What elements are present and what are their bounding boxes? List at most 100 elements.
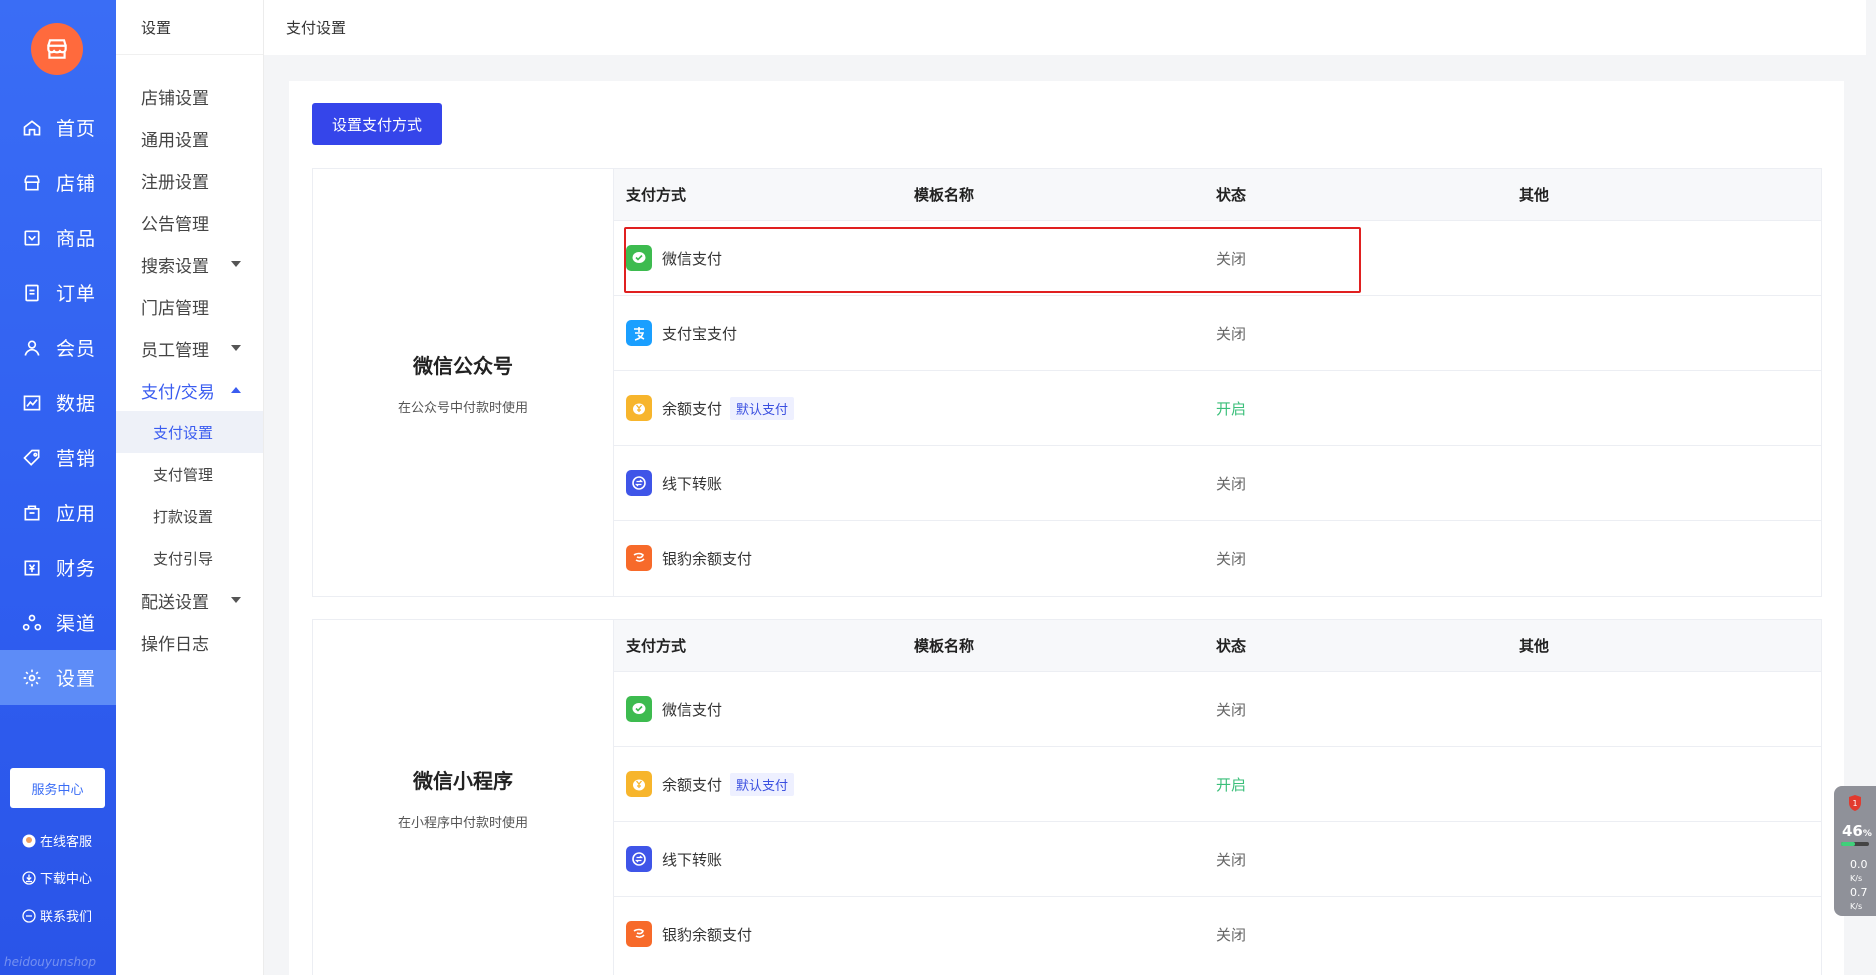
nav-item-data[interactable]: 数据 (0, 375, 116, 430)
finance-icon (22, 558, 42, 578)
nav-item-member[interactable]: 会员 (0, 320, 116, 375)
chart-icon (22, 393, 42, 413)
status-text: 关闭 (1216, 249, 1247, 268)
payment-table: 支付方式 模板名称 状态 其他 微信支付 关闭 余额支付 默认支付 开启 线下转账 (614, 620, 1821, 971)
order-icon (22, 283, 42, 303)
nav-item-channel[interactable]: 渠道 (0, 595, 116, 650)
contact-us-link[interactable]: 联系我们 (22, 906, 92, 925)
table-row[interactable]: 线下转账 关闭 (614, 821, 1821, 896)
home-icon (22, 118, 42, 138)
subnav-label: 员工管理 (141, 340, 209, 361)
download-icon (22, 870, 36, 885)
col-status: 状态 (1216, 637, 1247, 655)
group-desc: 在公众号中付款时使用 (397, 400, 528, 416)
online-service-label: 在线客服 (40, 835, 93, 850)
store-logo-icon[interactable] (31, 23, 83, 75)
payment-name: 支付宝支付 (662, 324, 738, 343)
yinbao-pay-icon (626, 921, 652, 947)
payment-group-wechat-official: 微信公众号 在公众号中付款时使用 支付方式 模板名称 状态 其他 微信支付 关闭… (312, 168, 1822, 597)
subnav-child-payment-guide[interactable]: 支付引导 (116, 537, 263, 579)
default-payment-badge: 默认支付 (730, 772, 795, 796)
nav-item-product[interactable]: 商品 (0, 210, 116, 265)
content-card: 设置支付方式 微信公众号 在公众号中付款时使用 支付方式 模板名称 状态 其他 … (289, 81, 1844, 975)
subnav-title: 设置 (116, 0, 263, 55)
page-header: 支付设置 (264, 0, 1866, 55)
group-desc: 在小程序中付款时使用 (397, 815, 528, 831)
table-row[interactable]: 银豹余额支付 关闭 (614, 896, 1821, 971)
table-row[interactable]: 余额支付 默认支付 开启 (614, 746, 1821, 821)
nav-item-label: 商品 (56, 228, 97, 250)
chat-icon (22, 908, 36, 923)
subnav-child-payout-settings[interactable]: 打款设置 (116, 495, 263, 537)
store-icon (22, 173, 42, 193)
subnav-label: 搜索设置 (141, 256, 209, 277)
table-row[interactable]: 支付宝支付 关闭 (614, 295, 1821, 370)
payment-name: 微信支付 (662, 700, 723, 719)
nav-item-label: 设置 (56, 668, 97, 690)
nav-item-app[interactable]: 应用 (0, 485, 116, 540)
nav-item-marketing[interactable]: 营销 (0, 430, 116, 485)
table-row[interactable]: 银豹余额支付 关闭 (614, 520, 1821, 595)
table-row[interactable]: 微信支付 关闭 (614, 220, 1821, 295)
group-title: 微信小程序 (413, 768, 513, 793)
subnav-item-payment-trade[interactable]: 支付/交易 (116, 369, 263, 411)
contact-us-label: 联系我们 (40, 910, 93, 925)
subnav-item-store-management[interactable]: 门店管理 (116, 285, 263, 327)
table-header: 支付方式 模板名称 状态 其他 (614, 620, 1821, 671)
nav-item-label: 首页 (56, 118, 97, 140)
payment-name: 银豹余额支付 (662, 549, 753, 568)
nav-item-label: 数据 (56, 393, 97, 415)
download-center-label: 下载中心 (40, 872, 93, 887)
channel-icon (22, 613, 42, 633)
subnav-item-operation-log[interactable]: 操作日志 (116, 621, 263, 663)
nav-item-label: 财务 (56, 558, 97, 580)
chevron-down-icon (231, 597, 241, 603)
payment-table: 支付方式 模板名称 状态 其他 微信支付 关闭 支付宝支付 关闭 余额支付 默认支… (614, 169, 1821, 595)
table-row[interactable]: 线下转账 关闭 (614, 445, 1821, 520)
nav-item-finance[interactable]: 财务 (0, 540, 116, 595)
system-monitor-widget[interactable]: 1 46% 0.0 K/s 0.7 K/s (1834, 786, 1876, 916)
subnav-item-search-settings[interactable]: 搜索设置 (116, 243, 263, 285)
table-row[interactable]: 微信支付 关闭 (614, 671, 1821, 746)
subnav-child-payment-settings[interactable]: 支付设置 (116, 411, 263, 453)
subnav-child-payment-management[interactable]: 支付管理 (116, 453, 263, 495)
balance-pay-icon (626, 771, 652, 797)
nav-item-order[interactable]: 订单 (0, 265, 116, 320)
alipay-icon (626, 320, 652, 346)
subnav-item-staff-management[interactable]: 员工管理 (116, 327, 263, 369)
app-icon (22, 503, 42, 523)
bank-transfer-icon (626, 470, 652, 496)
online-service-link[interactable]: 在线客服 (22, 831, 92, 850)
subnav-item-general-settings[interactable]: 通用设置 (116, 117, 263, 159)
group-info: 微信小程序 在小程序中付款时使用 (313, 620, 614, 975)
subnav-item-announcements[interactable]: 公告管理 (116, 201, 263, 243)
subnav-item-delivery-settings[interactable]: 配送设置 (116, 579, 263, 621)
memory-percent: 46% (1842, 822, 1872, 840)
chevron-up-icon (231, 387, 241, 393)
nav-item-label: 店铺 (56, 173, 97, 195)
primary-nav: 首页 店铺 商品 订单 会员 数据 营销 应用 财务 渠道 设置 服务中心 在线… (0, 0, 116, 975)
service-center-button[interactable]: 服务中心 (10, 768, 105, 808)
gear-icon (22, 668, 42, 688)
payment-name: 余额支付 (662, 399, 723, 418)
nav-item-settings[interactable]: 设置 (0, 650, 116, 705)
nav-item-label: 订单 (56, 283, 97, 305)
col-payment-method: 支付方式 (626, 186, 687, 204)
col-other: 其他 (1519, 637, 1550, 655)
status-text: 关闭 (1216, 474, 1247, 493)
subnav-item-register-settings[interactable]: 注册设置 (116, 159, 263, 201)
table-row[interactable]: 余额支付 默认支付 开启 (614, 370, 1821, 445)
nav-item-home[interactable]: 首页 (0, 100, 116, 155)
svg-text:1: 1 (1852, 799, 1857, 808)
settings-subnav: 设置 店铺设置 通用设置 注册设置 公告管理 搜索设置 门店管理 员工管理 支付… (116, 0, 264, 975)
set-payment-method-button[interactable]: 设置支付方式 (312, 103, 442, 145)
nav-item-store[interactable]: 店铺 (0, 155, 116, 210)
status-text: 关闭 (1216, 549, 1247, 568)
chevron-down-icon (231, 345, 241, 351)
subnav-item-store-settings[interactable]: 店铺设置 (116, 75, 263, 117)
payment-name: 微信支付 (662, 249, 723, 268)
download-center-link[interactable]: 下载中心 (22, 868, 92, 887)
avatar-icon (22, 834, 36, 848)
bank-transfer-icon (626, 846, 652, 872)
product-icon (22, 228, 42, 248)
